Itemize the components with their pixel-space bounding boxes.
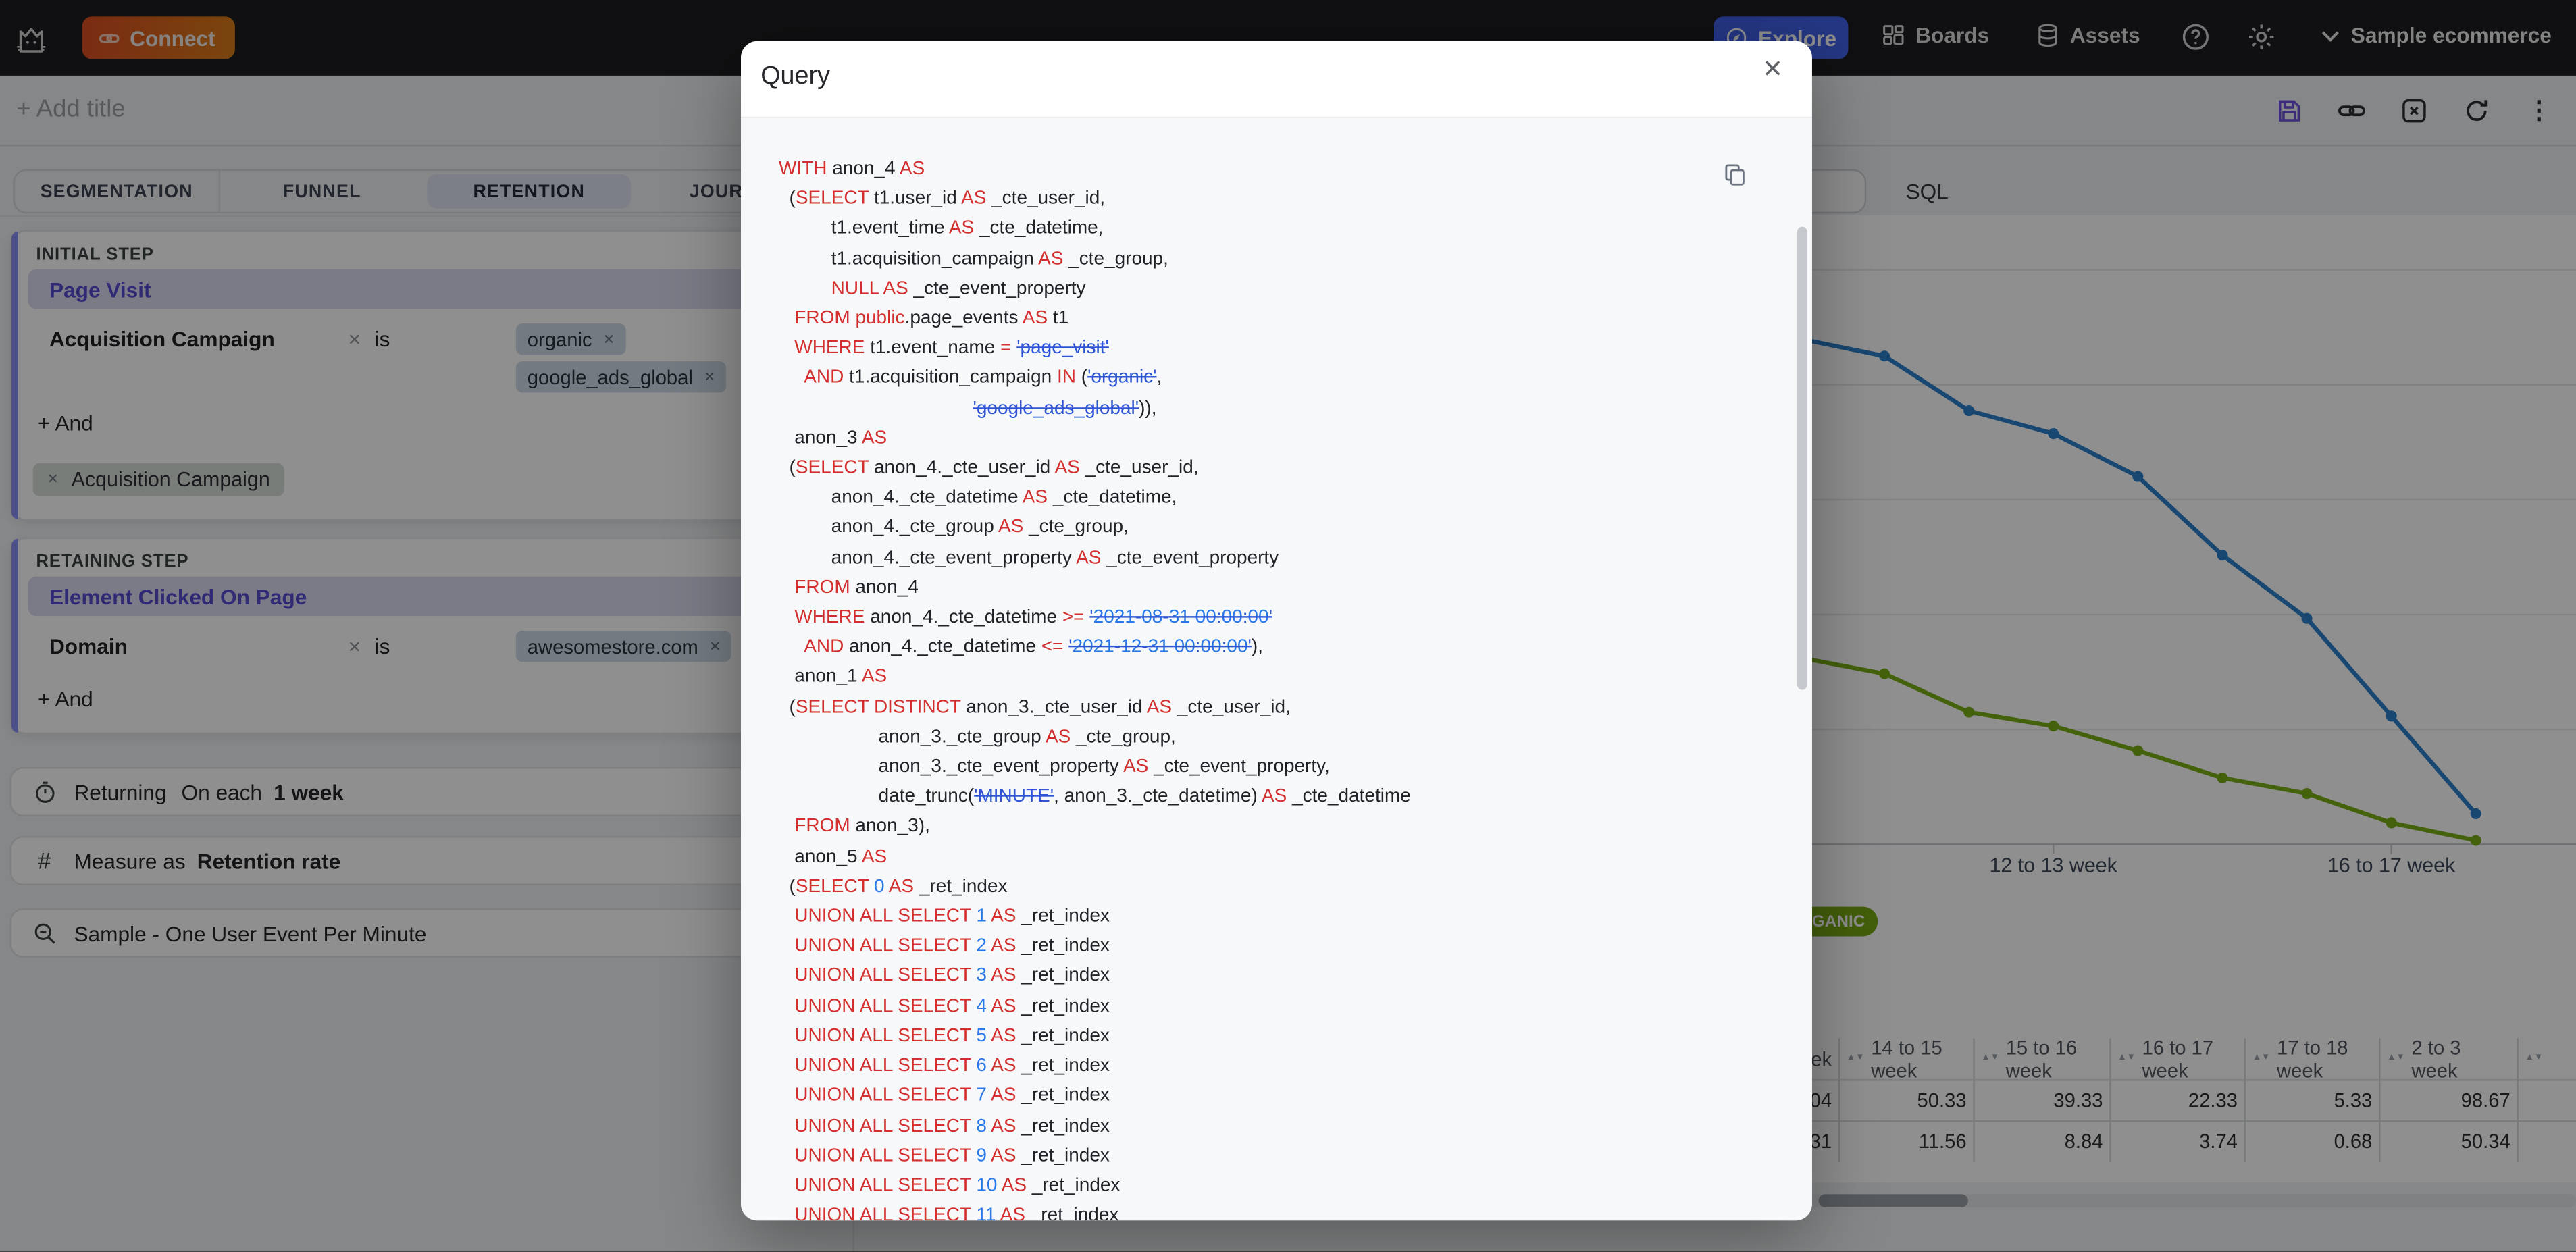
sql-line: anon_3._cte_event_property AS _cte_event… <box>778 757 1330 777</box>
sql-line: anon_4._cte_group AS _cte_group, <box>778 518 1129 538</box>
sql-line: UNION ALL SELECT 1 AS _ret_index <box>794 906 1110 927</box>
sql-line: NULL AS _cte_event_property <box>831 279 1086 299</box>
sql-line: WHERE anon_4._cte_datetime >= '2021-08-3… <box>794 608 1272 628</box>
sql-line: (SELECT t1.user_id AS _cte_user_id, <box>778 189 1106 209</box>
sql-line: UNION ALL SELECT 8 AS _ret_index <box>794 1116 1110 1137</box>
sql-line: anon_4._cte_event_property AS _cte_event… <box>778 548 1279 568</box>
sql-line: (SELECT 0 AS _ret_index <box>778 877 1008 897</box>
sql-line: UNION ALL SELECT 6 AS _ret_index <box>794 1056 1110 1076</box>
sql-line: UNION ALL SELECT 4 AS _ret_index <box>794 996 1110 1016</box>
sql-line: anon_3 AS <box>778 428 887 448</box>
sql-line: AND anon_4._cte_datetime <= '2021-12-31 … <box>804 637 1263 658</box>
sql-line: t1.event_time AS _cte_datetime, <box>778 219 1104 239</box>
sql-line: (SELECT DISTINCT anon_3._cte_user_id AS … <box>778 697 1291 718</box>
sql-line: anon_1 AS <box>778 667 887 687</box>
sql-line: FROM public.page_events AS t1 <box>794 309 1069 329</box>
copy-icon[interactable] <box>1724 163 1747 187</box>
sql-line: t1.acquisition_campaign AS _cte_group, <box>778 249 1168 269</box>
sql-line: UNION ALL SELECT 10 AS _ret_index <box>794 1176 1120 1196</box>
sql-line: FROM anon_3), <box>794 817 930 837</box>
sql-line: FROM anon_4 <box>794 577 919 598</box>
modal-scrollbar-thumb[interactable] <box>1797 226 1807 690</box>
app-root: Connect Explore Boards Assets Sample eco… <box>0 0 2576 1252</box>
sql-line: AND t1.acquisition_campaign IN ('organic… <box>804 368 1162 389</box>
sql-line: UNION ALL SELECT 7 AS _ret_index <box>794 1086 1110 1106</box>
sql-line: UNION ALL SELECT 11 AS _ret_index <box>794 1205 1119 1221</box>
sql-line: (SELECT anon_4._cte_user_id AS _cte_user… <box>778 458 1199 478</box>
sql-line: 'google_ads_global')), <box>973 398 1157 419</box>
sql-line: anon_4._cte_datetime AS _cte_datetime, <box>778 488 1177 508</box>
sql-code-block: WITH anon_4 AS (SELECT t1.user_id AS _ct… <box>741 118 1812 1221</box>
query-modal: Query × WITH anon_4 AS (SELECT t1.user_i… <box>741 41 1812 1221</box>
sql-code: WITH anon_4 AS (SELECT t1.user_id AS _ct… <box>778 155 1796 1221</box>
sql-line: UNION ALL SELECT 3 AS _ret_index <box>794 966 1110 987</box>
modal-title: Query <box>761 62 830 90</box>
sql-line: UNION ALL SELECT 9 AS _ret_index <box>794 1146 1110 1166</box>
sql-line: date_trunc('MINUTE', anon_3._cte_datetim… <box>778 787 1411 807</box>
sql-line: UNION ALL SELECT 2 AS _ret_index <box>794 937 1110 957</box>
sql-line: WHERE t1.event_name = 'page_visit' <box>794 338 1109 359</box>
close-icon[interactable]: × <box>1753 49 1792 88</box>
sql-line: anon_5 AS <box>778 847 887 867</box>
sql-line: anon_3._cte_group AS _cte_group, <box>778 727 1176 748</box>
sql-line: WITH anon_4 AS <box>778 159 925 180</box>
sql-line: UNION ALL SELECT 5 AS _ret_index <box>794 1026 1110 1047</box>
